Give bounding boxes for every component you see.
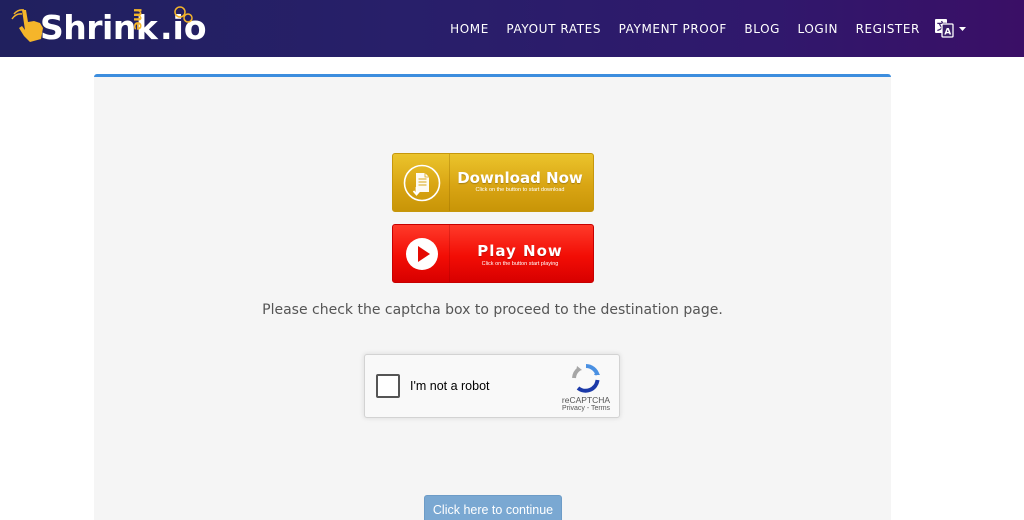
play-icon [406,238,438,270]
download-now-button[interactable]: Download Now Click on the button to star… [392,153,594,212]
captcha-instruction-text: Please check the captcha box to proceed … [262,302,723,318]
nav-payout-rates[interactable]: PAYOUT RATES [506,22,601,36]
nav-blog[interactable]: BLOG [744,22,780,36]
download-icon-zone [393,154,450,211]
play-now-button[interactable]: Play Now Click on the button start playi… [392,224,594,283]
nav-payment-proof[interactable]: PAYMENT PROOF [619,22,727,36]
logo-text-me: me [130,8,145,31]
recaptcha-privacy-terms-links[interactable]: Privacy - Terms [551,405,621,412]
download-button-title: Download Now [457,169,583,187]
recaptcha-checkbox[interactable] [376,374,400,398]
recaptcha-widget: I'm not a robot reCAPTCHA Privacy - Term… [364,354,620,418]
translate-icon[interactable]: 文 A [934,17,970,39]
svg-text:A: A [944,28,951,38]
recaptcha-brand: reCAPTCHA [561,395,611,405]
document-download-icon [403,164,441,202]
top-navbar: Shrink me .io HOME PAYOUT RATES PAYMENT … [0,0,1024,57]
play-icon-zone [393,225,450,282]
nav-login[interactable]: LOGIN [798,22,839,36]
nav-register[interactable]: REGISTER [856,22,920,36]
chevron-down-icon [959,27,966,31]
continue-button[interactable]: Click here to continue [424,495,562,520]
play-button-title: Play Now [477,242,563,260]
play-button-subtitle: Click on the button start playing [481,261,559,267]
main-nav: HOME PAYOUT RATES PAYMENT PROOF BLOG LOG… [433,0,920,57]
download-button-subtitle: Click on the button to start download [475,187,565,193]
site-logo[interactable]: Shrink me .io [10,4,210,52]
content-panel [94,74,891,520]
recaptcha-logo-icon [572,364,600,393]
nav-home[interactable]: HOME [450,22,489,36]
logo-circles-icon [174,6,193,23]
recaptcha-label: I'm not a robot [410,379,490,393]
